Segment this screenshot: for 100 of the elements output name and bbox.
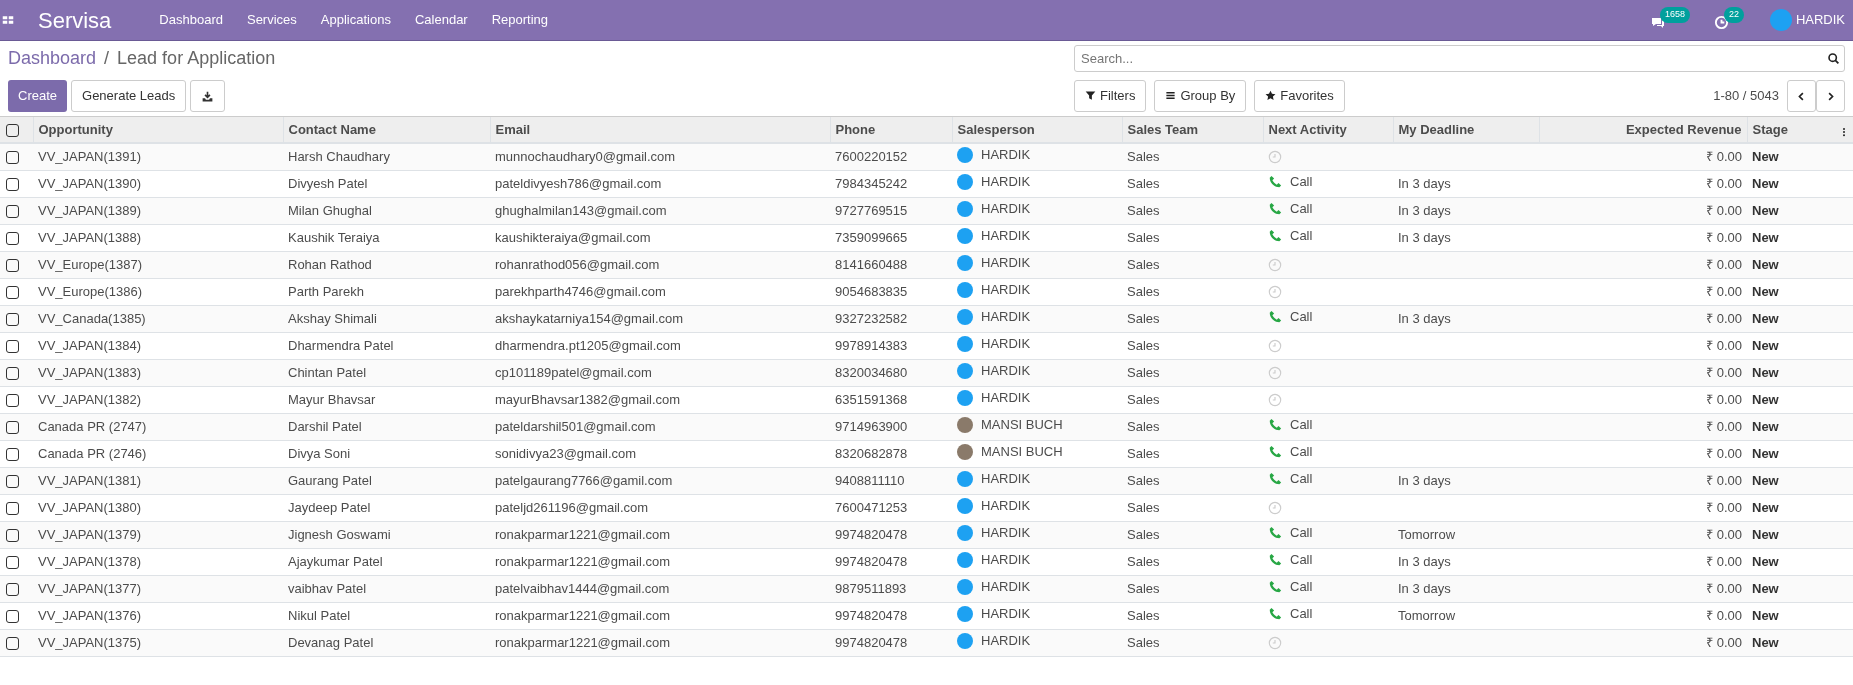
row-checkbox[interactable] [6, 528, 19, 542]
row-checkbox[interactable] [6, 204, 19, 218]
column-header[interactable]: Opportunity [33, 116, 283, 143]
table-cell: Jaydeep Patel [288, 499, 371, 515]
table-cell: New [1752, 553, 1779, 569]
row-checkbox[interactable] [6, 555, 19, 569]
row-checkbox[interactable] [6, 177, 19, 191]
table-cell: 7600220152 [835, 148, 908, 164]
apps-menu-icon[interactable] [2, 14, 14, 26]
table-cell: 7600471253 [835, 499, 908, 515]
download-button[interactable] [190, 80, 226, 112]
table-cell: Sales [1127, 526, 1160, 542]
nav-menu-item[interactable]: Services [246, 10, 297, 30]
table-cell: pateldarshil501@gmail.com [495, 418, 656, 434]
table-cell: Divya Soni [288, 445, 351, 461]
table-cell: In 3 days [1398, 472, 1451, 488]
table-cell: VV_JAPAN(1384) [38, 337, 142, 353]
table-cell: 9408811110 [835, 472, 905, 488]
row-checkbox[interactable] [6, 285, 19, 299]
row-checkbox[interactable] [6, 420, 19, 434]
phone-icon[interactable] [1268, 553, 1282, 567]
avatar-logo [957, 470, 973, 487]
table-cell: Sales [1127, 634, 1160, 650]
row-checkbox[interactable] [6, 609, 19, 623]
phone-icon[interactable] [1268, 472, 1282, 486]
nav-menu-item[interactable]: Applications [320, 10, 391, 30]
phone-icon[interactable] [1268, 310, 1282, 324]
row-checkbox[interactable] [6, 258, 19, 272]
phone-icon[interactable] [1268, 445, 1282, 459]
table-cell: 9327232582 [835, 310, 908, 326]
column-header[interactable]: My Deadline [1393, 116, 1539, 143]
table-cell: munnochaudhary0@gmail.com [495, 148, 676, 164]
select-all-checkbox[interactable] [6, 123, 19, 137]
table-cell: 9978914383 [835, 337, 908, 353]
column-header[interactable]: Salesperson [952, 116, 1122, 143]
pager-value[interactable]: 1-80 / 5043 [1713, 86, 1779, 106]
table-cell: Sales [1127, 202, 1160, 218]
generate-leads-button[interactable]: Generate Leads [71, 80, 187, 112]
row-checkbox[interactable] [6, 150, 19, 164]
table-cell: New [1752, 580, 1779, 596]
activity-count-badge: 22 [1723, 7, 1744, 23]
nav-menu-item[interactable]: Dashboard [159, 10, 223, 30]
column-header[interactable]: Sales Team [1122, 116, 1263, 143]
table-cell: VV_JAPAN(1388) [38, 229, 142, 245]
phone-icon[interactable] [1268, 580, 1282, 594]
phone-icon[interactable] [1268, 418, 1282, 432]
favorites-button[interactable]: Favorites [1254, 80, 1345, 112]
table-cell: HARDIK [981, 281, 1031, 298]
table-cell: VV_JAPAN(1380) [38, 499, 142, 515]
column-header[interactable]: Contact Name [283, 116, 490, 143]
avatar-logo [957, 200, 973, 217]
row-checkbox[interactable] [6, 231, 19, 245]
column-header[interactable]: Expected Revenue [1539, 116, 1747, 143]
table-cell: kaushikteraiya@gmail.com [495, 229, 651, 245]
search-field[interactable]: Search... [1074, 45, 1845, 72]
row-checkbox[interactable] [6, 636, 19, 650]
table-cell: Gaurang Patel [288, 472, 372, 488]
avatar-logo [957, 578, 973, 595]
column-header[interactable]: Phone [830, 116, 952, 143]
user-name[interactable]: HARDIK [1795, 10, 1845, 30]
row-checkbox[interactable] [6, 501, 19, 515]
table-cell: New [1752, 148, 1779, 164]
table-cell: Call [1290, 471, 1313, 487]
table-cell: Sales [1127, 418, 1160, 434]
table-cell: VV_JAPAN(1391) [38, 148, 142, 164]
row-checkbox[interactable] [6, 393, 19, 407]
avatar-logo [957, 362, 973, 379]
filters-button[interactable]: Filters [1074, 80, 1147, 112]
row-checkbox[interactable] [6, 366, 19, 380]
row-checkbox[interactable] [6, 447, 19, 461]
row-checkbox[interactable] [6, 582, 19, 596]
table-cell: New [1752, 229, 1779, 245]
nav-menu-item[interactable]: Reporting [491, 10, 549, 30]
group-by-button[interactable]: Group By [1154, 80, 1247, 112]
table-cell: MANSI BUCH [981, 416, 1063, 433]
row-checkbox[interactable] [6, 339, 19, 353]
row-checkbox[interactable] [6, 312, 19, 326]
breadcrumb-link[interactable]: Dashboard [8, 45, 97, 72]
column-header[interactable]: Email [490, 116, 830, 143]
phone-icon[interactable] [1268, 526, 1282, 540]
phone-icon[interactable] [1268, 229, 1282, 243]
row-checkbox[interactable] [6, 474, 19, 488]
avatar-logo [957, 146, 973, 163]
phone-icon[interactable] [1268, 175, 1282, 189]
breadcrumb-separator: / [104, 47, 110, 70]
table-cell: Call [1290, 417, 1313, 433]
column-header[interactable]: Next Activity [1263, 116, 1393, 143]
table-cell: Harsh Chaudhary [288, 148, 390, 164]
create-button[interactable]: Create [8, 80, 68, 112]
phone-icon[interactable] [1268, 202, 1282, 216]
table-cell: mayurBhavsar1382@gmail.com [495, 391, 681, 407]
table-cell: ghughalmilan143@gmail.com [495, 202, 667, 218]
app-title[interactable]: Servisa [38, 3, 112, 37]
table-cell: HARDIK [981, 146, 1031, 163]
table-cell: Canada PR (2747) [38, 418, 147, 434]
search-icon[interactable] [1827, 52, 1840, 65]
message-count-badge: 1658 [1659, 7, 1690, 23]
phone-icon[interactable] [1268, 607, 1282, 621]
nav-menu-item[interactable]: Calendar [414, 10, 468, 30]
table-cell: patelvaibhav1444@gmail.com [495, 580, 670, 596]
